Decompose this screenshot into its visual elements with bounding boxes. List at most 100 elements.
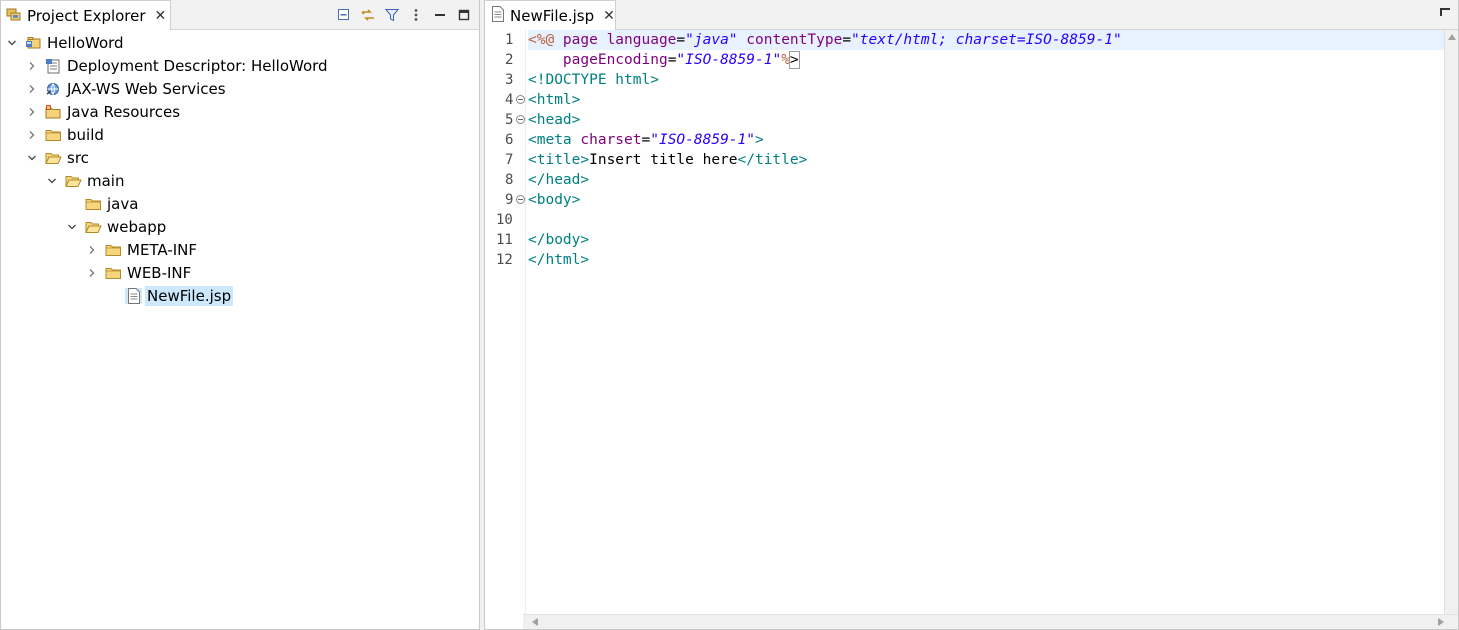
deployment-descriptor-icon <box>45 58 62 74</box>
chevron-down-icon[interactable] <box>66 221 78 233</box>
line-number: 12 <box>496 252 513 268</box>
tree-item[interactable]: webapp <box>66 215 168 238</box>
scroll-up-icon[interactable] <box>1448 34 1456 40</box>
scroll-right-icon[interactable] <box>1438 618 1444 626</box>
chevron-right-icon[interactable] <box>26 60 38 72</box>
tree-item-label: NewFile.jsp <box>145 285 234 306</box>
tree-item[interactable]: main <box>46 169 126 192</box>
tree-item[interactable]: src <box>26 146 91 169</box>
chevron-down-icon[interactable] <box>46 175 58 187</box>
code-token: "java" <box>685 32 738 48</box>
code-line[interactable]: </head> <box>528 170 1451 190</box>
folder-icon <box>45 127 62 143</box>
jsp-file-icon <box>491 5 505 26</box>
code-line[interactable]: </body> <box>528 230 1451 250</box>
minimize-icon[interactable] <box>431 6 449 24</box>
code-token: <%@ <box>528 32 563 48</box>
code-line[interactable]: <%@ page language="java" contentType="te… <box>528 30 1451 50</box>
filter-icon[interactable] <box>383 6 401 24</box>
vertical-scrollbar[interactable] <box>1444 30 1458 614</box>
code-token: charset <box>580 132 642 148</box>
fold-toggle-icon[interactable] <box>516 195 525 204</box>
code-token: </html> <box>528 252 590 268</box>
tree-item[interactable]: JAX-WS Web Services <box>26 77 228 100</box>
tree-item-label: HelloWord <box>47 33 124 52</box>
link-with-editor-icon[interactable] <box>359 6 377 24</box>
tree-item-label: WEB-INF <box>127 263 192 282</box>
code-token: = <box>641 132 651 148</box>
code-token: <meta <box>528 132 581 148</box>
code-token: <title> <box>528 152 590 168</box>
horizontal-scrollbar[interactable] <box>523 614 1458 629</box>
tree-item-label: META-INF <box>127 240 198 259</box>
chevron-right-icon[interactable] <box>86 267 98 279</box>
code-token: = <box>842 32 852 48</box>
code-line[interactable]: <title>Insert title here</title> <box>528 150 1451 170</box>
code-token: </title> <box>737 152 808 168</box>
folder-open-icon <box>45 150 62 166</box>
fold-toggle-icon[interactable] <box>516 115 525 124</box>
tab-project-explorer[interactable]: Project Explorer ✕ <box>1 0 171 30</box>
chevron-down-icon[interactable] <box>26 152 38 164</box>
tree-item[interactable]: WEB-INF <box>86 261 193 284</box>
project-explorer-header: Project Explorer ✕ <box>1 0 479 30</box>
tree-item-label: src <box>67 148 89 167</box>
tree-item[interactable]: NewFile.jsp <box>106 284 234 307</box>
editor-view: NewFile.jsp ✕ 1 2 3 4 5 6 7 8 9 10 11 12 <%@ page l… <box>484 0 1459 630</box>
code-editor[interactable]: 1 2 3 4 5 6 7 8 9 10 11 12 <%@ page language="java"… <box>496 30 1451 614</box>
code-token: </head> <box>528 172 590 188</box>
tree-item[interactable]: META-INF <box>86 238 199 261</box>
code-token: > <box>788 51 800 69</box>
line-number: 6 <box>505 132 514 148</box>
close-icon[interactable]: ✕ <box>603 9 615 23</box>
code-line[interactable]: <body> <box>528 190 1451 210</box>
code-line[interactable]: <html> <box>528 90 1451 110</box>
tree-item[interactable]: build <box>26 123 106 146</box>
line-number: 10 <box>496 212 513 228</box>
folder-open-icon <box>85 219 102 235</box>
java-resources-icon <box>45 104 62 120</box>
scroll-left-icon[interactable] <box>532 618 538 626</box>
tree-item-label: webapp <box>107 217 167 236</box>
code-line[interactable]: <meta charset="ISO-8859-1"> <box>528 130 1451 150</box>
line-number: 11 <box>496 232 513 248</box>
code-line[interactable]: </html> <box>528 250 1451 270</box>
code-token: <html> <box>528 92 581 108</box>
close-icon[interactable]: ✕ <box>155 9 167 23</box>
maximize-icon[interactable] <box>1440 8 1450 16</box>
editor-header: NewFile.jsp ✕ <box>485 0 1458 30</box>
chevron-down-icon[interactable] <box>6 37 18 49</box>
chevron-right-icon[interactable] <box>86 244 98 256</box>
explorer-toolbar <box>335 4 473 26</box>
fold-toggle-icon[interactable] <box>516 95 525 104</box>
tree-item[interactable]: HelloWord <box>6 31 126 54</box>
code-line[interactable]: pageEncoding="ISO-8859-1"%> <box>528 50 1451 70</box>
tree-item-label: JAX-WS Web Services <box>67 79 226 98</box>
maximize-icon[interactable] <box>455 6 473 24</box>
line-number: 7 <box>505 152 514 168</box>
tree-item[interactable]: Deployment Descriptor: HelloWord <box>26 54 330 77</box>
code-line[interactable]: <head> <box>528 110 1451 130</box>
chevron-right-icon[interactable] <box>26 106 38 118</box>
code-line[interactable]: <!DOCTYPE html> <box>528 70 1451 90</box>
code-token: Insert title here <box>589 152 738 168</box>
jsp-file-icon <box>125 287 142 304</box>
line-number: 8 <box>505 172 514 188</box>
view-menu-icon[interactable] <box>407 6 425 24</box>
chevron-right-icon[interactable] <box>26 129 38 141</box>
code-token: page <box>562 32 607 48</box>
line-number: 1 <box>505 32 514 48</box>
collapse-all-icon[interactable] <box>335 6 353 24</box>
project-explorer-icon <box>6 6 22 26</box>
chevron-right-icon[interactable] <box>26 83 38 95</box>
tree-item[interactable]: Java Resources <box>26 100 182 123</box>
tree-item[interactable]: java <box>66 192 140 215</box>
tab-newfile-jsp[interactable]: NewFile.jsp ✕ <box>485 0 616 30</box>
web-services-icon <box>45 81 62 97</box>
line-number-ruler: 1 2 3 4 5 6 7 8 9 10 11 12 <box>496 30 526 614</box>
folder-icon <box>105 242 122 258</box>
code-line[interactable] <box>528 210 1451 230</box>
